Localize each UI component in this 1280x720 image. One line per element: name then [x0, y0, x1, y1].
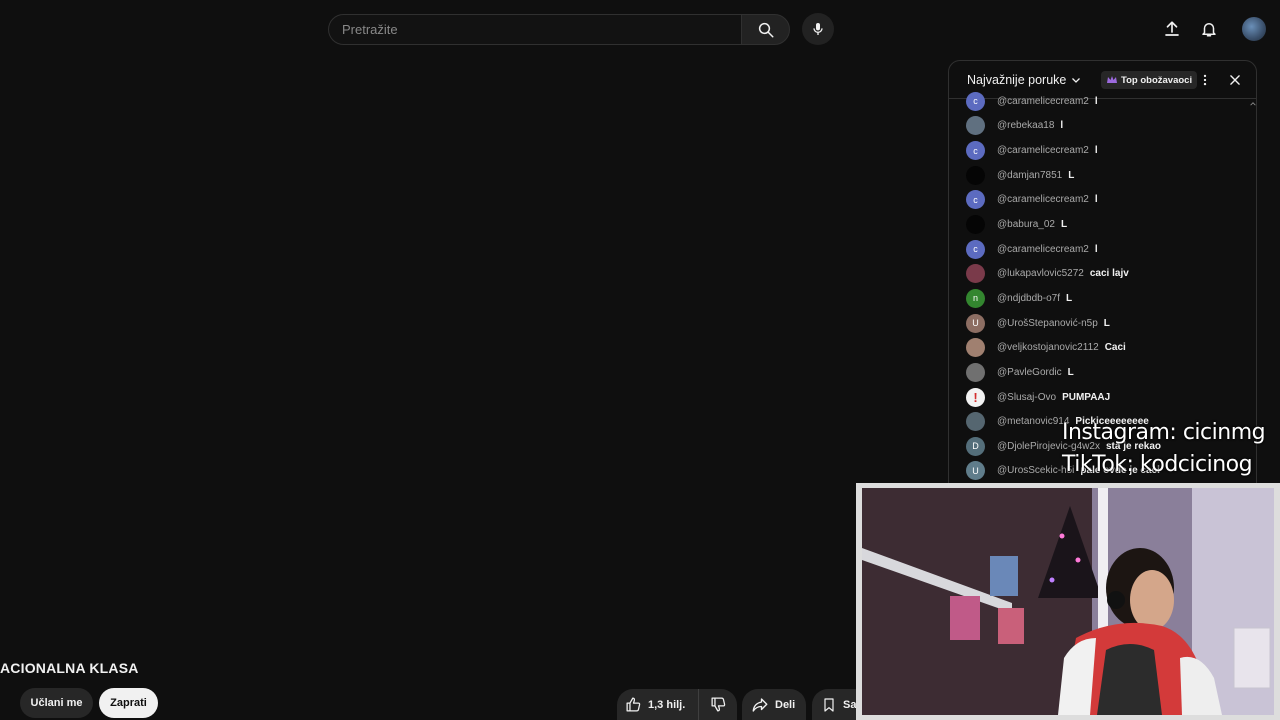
chat-close-button[interactable] [1225, 70, 1245, 90]
chat-author-name[interactable]: @veljkostojanovic2112 [997, 342, 1099, 353]
youtube-watch-page: Najvažnije poruke Top obožavaoci c @caram… [0, 0, 1280, 720]
tiktok-overlay-text: TikTok: kodcicinog [1062, 452, 1253, 477]
search-input[interactable] [342, 22, 742, 37]
chat-author-avatar[interactable] [966, 264, 985, 284]
chat-message[interactable]: n @ndjdbdb-o7f L [949, 286, 1256, 311]
voice-search-button[interactable] [802, 13, 834, 45]
chat-author-name[interactable]: @damjan7851 [997, 170, 1062, 181]
save-label: Sačuvaj [843, 698, 856, 711]
chat-author-avatar[interactable]: n [966, 288, 985, 308]
chat-message-text: l [1094, 145, 1098, 157]
bell-icon [1202, 23, 1216, 37]
chat-message[interactable]: @babura_02 L [949, 212, 1256, 237]
chevron-down-icon [1072, 77, 1081, 83]
thumbs-down-icon [710, 697, 725, 712]
top-fans-label: Top obožavaoci [1121, 74, 1193, 86]
chat-author-name[interactable]: @UrošStepanović-n5p [997, 318, 1098, 329]
chat-author-name[interactable]: @caramelicecream2 [997, 96, 1089, 107]
chat-author-avatar[interactable]: D [966, 436, 985, 456]
chat-author-name[interactable]: @babura_02 [997, 219, 1055, 230]
chat-author-avatar[interactable]: ! [966, 387, 985, 407]
chat-author-avatar[interactable] [966, 116, 985, 136]
upload-icon [1165, 21, 1179, 36]
microphone-icon [813, 23, 823, 35]
upload-button[interactable] [1160, 17, 1184, 41]
chat-message-text: L [1067, 366, 1074, 378]
chat-author-avatar[interactable]: c [966, 239, 985, 259]
chat-message[interactable]: c @caramelicecream2 l [949, 138, 1256, 163]
chat-author-avatar[interactable]: U [966, 313, 985, 333]
chat-message-text: L [1068, 169, 1075, 181]
chat-author-name[interactable]: @metanovic914 [997, 416, 1069, 427]
chat-message[interactable]: ! @Slusaj-Ovo PUMPAAJ [949, 385, 1256, 410]
chat-message-text: caci lajv [1089, 268, 1129, 280]
dislike-button[interactable] [699, 696, 737, 713]
webcam-video [862, 488, 1274, 715]
chat-author-name[interactable]: @ndjdbdb-o7f [997, 293, 1060, 304]
channel-title[interactable]: ACIONALNA KLASA [0, 660, 139, 676]
more-vertical-icon [1203, 74, 1207, 86]
top-fans-badge[interactable]: Top obožavaoci [1101, 71, 1198, 89]
notifications-button[interactable] [1197, 17, 1221, 41]
chat-message[interactable]: c @caramelicecream2 l [949, 89, 1256, 114]
chat-message[interactable]: @lukapavlovic5272 caci lajv [949, 261, 1256, 286]
chat-author-avatar[interactable] [966, 362, 985, 382]
chat-message-text: l [1094, 95, 1098, 107]
chat-message[interactable]: @damjan7851 L [949, 163, 1256, 188]
subscribe-button[interactable]: Zaprati [99, 688, 158, 718]
chat-author-name[interactable]: @caramelicecream2 [997, 145, 1089, 156]
close-icon [1230, 75, 1240, 85]
webcam-overlay [856, 483, 1280, 720]
chat-author-avatar[interactable]: c [966, 190, 985, 210]
chat-message-text: Caci [1104, 342, 1126, 354]
chat-message-text: l [1060, 120, 1064, 132]
chat-author-name[interactable]: @caramelicecream2 [997, 194, 1089, 205]
thumbs-up-icon [626, 697, 641, 712]
share-icon [752, 697, 768, 712]
crown-icon [1107, 76, 1117, 83]
share-button[interactable]: Deli [742, 689, 806, 720]
chat-message[interactable]: @PavleGordic L [949, 360, 1256, 385]
chat-message[interactable]: @rebekaa18 l [949, 114, 1256, 139]
chat-author-name[interactable]: @Slusaj-Ovo [997, 392, 1056, 403]
search-box[interactable] [328, 14, 742, 45]
bookmark-icon [824, 697, 834, 712]
like-button[interactable]: 1,3 hilj. [617, 689, 699, 720]
chat-message[interactable]: @veljkostojanovic2112 Caci [949, 335, 1256, 360]
chat-message[interactable]: c @caramelicecream2 l [949, 237, 1256, 262]
save-button[interactable]: Sačuvaj [812, 689, 856, 720]
chat-message-text: l [1094, 194, 1098, 206]
chat-message-text: L [1065, 292, 1073, 304]
chat-message[interactable]: U @UrošStepanović-n5p L [949, 311, 1256, 336]
chat-author-avatar[interactable] [966, 338, 985, 358]
chat-more-button[interactable] [1195, 70, 1215, 90]
like-count: 1,3 hilj. [648, 698, 686, 711]
chat-author-name[interactable]: @rebekaa18 [997, 120, 1054, 131]
chat-mode-label: Najvažnije poruke [967, 72, 1067, 87]
chat-author-avatar[interactable]: U [966, 461, 985, 481]
chat-message-text: l [1094, 243, 1098, 255]
chat-author-name[interactable]: @PavleGordic [997, 367, 1062, 378]
chat-author-name[interactable]: @caramelicecream2 [997, 244, 1089, 255]
chat-author-name[interactable]: @lukapavlovic5272 [997, 268, 1084, 279]
chat-message-text: L [1103, 317, 1110, 329]
instagram-overlay-text: Instagram: cicinmg [1062, 420, 1266, 445]
join-button[interactable]: Učlani me [20, 688, 93, 718]
chat-author-avatar[interactable]: c [966, 141, 985, 161]
like-dislike-group: 1,3 hilj. [617, 689, 737, 720]
chat-author-avatar[interactable] [966, 412, 985, 432]
share-label: Deli [775, 698, 796, 711]
chat-message[interactable]: c @caramelicecream2 l [949, 188, 1256, 213]
account-avatar[interactable] [1242, 17, 1266, 41]
chat-author-avatar[interactable] [966, 215, 985, 235]
chat-author-avatar[interactable]: c [966, 91, 985, 111]
search-icon [758, 22, 773, 37]
chat-message-text: L [1060, 219, 1068, 231]
webcam-scene-illustration [862, 488, 1274, 715]
chat-mode-dropdown[interactable]: Najvažnije poruke [967, 73, 1082, 87]
chat-author-avatar[interactable] [966, 165, 985, 185]
search-button[interactable] [741, 14, 790, 45]
chat-message-text: PUMPAAJ [1062, 391, 1111, 403]
